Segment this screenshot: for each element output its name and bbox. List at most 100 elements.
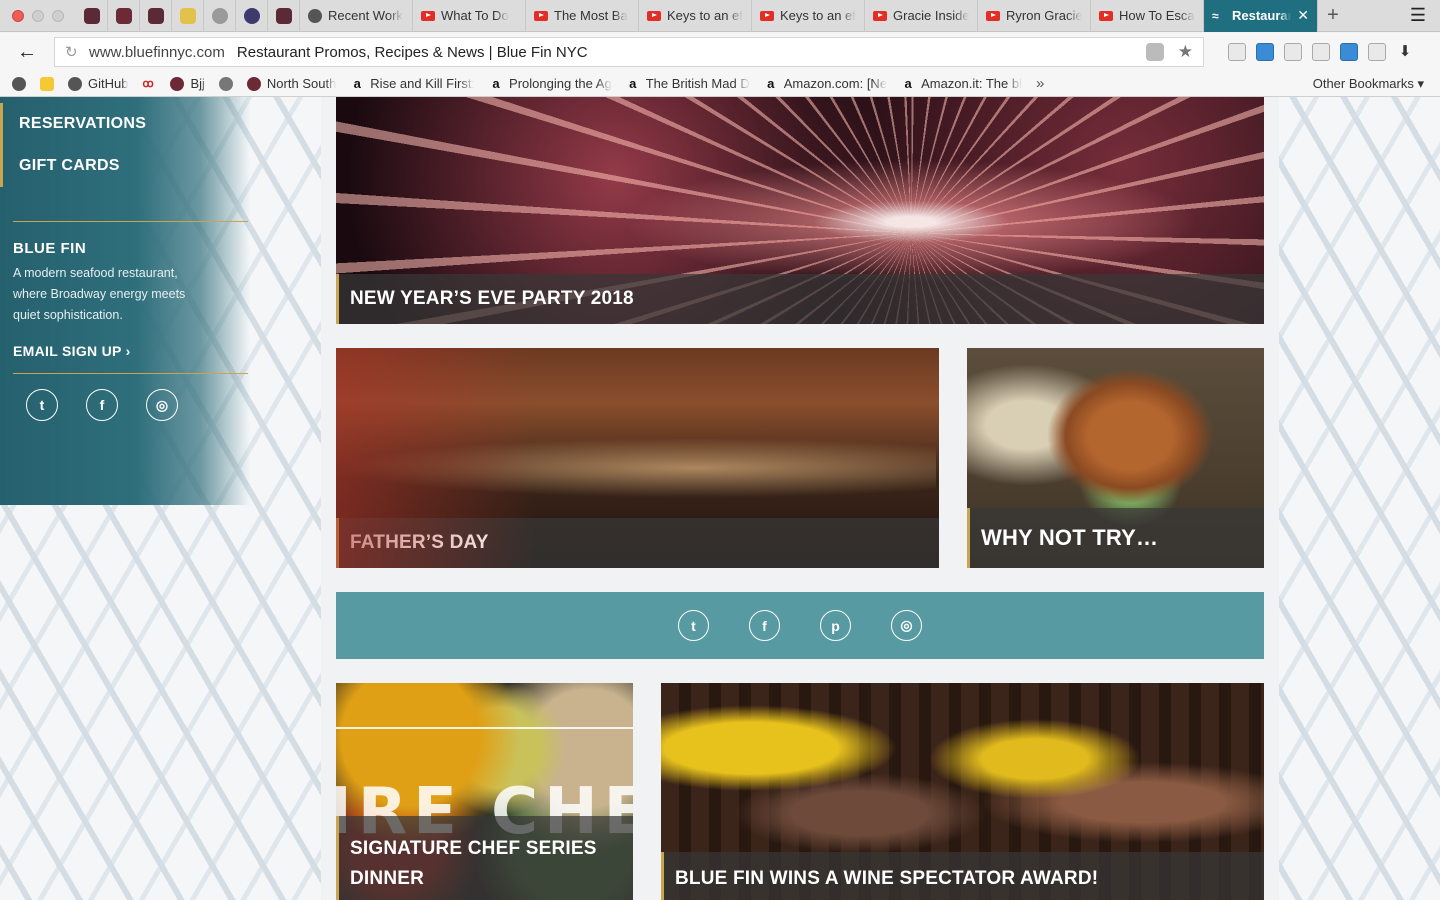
brand-description: A modern seafood restaurant, where Broad… [13,266,186,322]
tab-label: Recent Work [328,8,403,23]
tab-restaurant-active[interactable]: ≈ Restauran ✕ [1204,0,1318,32]
new-tab-button[interactable]: + [1318,4,1348,27]
pinned-tab[interactable] [172,0,204,32]
bookmark-robot[interactable] [218,76,233,91]
tab-recent-work[interactable]: Recent Work [300,0,413,32]
logo-icon: ꝏ [142,77,154,90]
pinned-tab-icon [275,7,292,24]
amazon-icon: a [767,75,775,91]
pinned-tab[interactable] [204,0,236,32]
bookmarks-bar: GitHub ꝏ Bjj North South a Rise and Kill … [0,71,1440,97]
email-signup-label: EMAIL SIGN UP [13,343,122,359]
bookmark-ghost[interactable] [12,76,26,91]
bookmark-north-south[interactable]: North South [246,76,336,91]
tab-label: What To Do [441,8,509,23]
pinned-tab[interactable] [108,0,140,32]
more-bookmarks-chevron-icon[interactable]: » [1036,75,1044,92]
tab-gracie-inside[interactable]: Gracie Inside [865,0,978,32]
facebook-icon[interactable]: f [86,389,118,421]
tab-the-most-ba[interactable]: The Most Ba [526,0,639,32]
web-page: RESERVATIONS GIFT CARDS BLUE FIN A moder… [0,97,1440,900]
bookmark-label: Rise and Kill First: [370,76,476,91]
github-icon [308,8,322,23]
site-extension-icon[interactable] [1145,43,1164,61]
gift-cards-link[interactable]: GIFT CARDS [0,145,250,187]
signature-chef-card[interactable]: IRE CHE SIGNATURE CHEF SERIES DINNER [336,683,633,900]
pinned-tab[interactable] [76,0,108,32]
tab-label: Gracie Inside [893,8,969,23]
pinned-tab-icon [147,7,164,24]
pinned-tab-icon [115,7,132,24]
other-bookmarks[interactable]: Other Bookmarks ▾ [1313,76,1424,92]
twitter-icon[interactable]: t [26,389,58,421]
bookmark-amazon-2[interactable]: a Prolonging the Ag [489,76,611,91]
hamburger-menu-icon[interactable]: ☰ [1396,5,1440,26]
card-caption: BLUE FIN WINS A WINE SPECTATOR AWARD! [661,852,1264,900]
bookmark-amazon-3[interactable]: a The British Mad D [626,76,750,91]
brand-title: BLUE FIN [13,240,87,257]
pinterest-icon[interactable]: p [820,610,851,641]
bookmark-amazon-1[interactable]: a Rise and Kill First: [350,76,475,91]
caption-line-2: DINNER [350,868,425,889]
pinned-tab-icon [83,7,100,24]
extension-icon[interactable] [1228,43,1246,61]
extension-icon[interactable] [1368,43,1386,61]
page-title: Restaurant Promos, Recipes & News | Blue… [236,43,588,61]
bookmark-label: GitHub [88,76,129,91]
close-tab-icon[interactable]: ✕ [1297,7,1309,24]
screenshot-icon[interactable] [1284,43,1302,61]
tab-keys-2[interactable]: Keys to an ef [752,0,865,32]
sidebar: RESERVATIONS GIFT CARDS BLUE FIN A moder… [0,97,250,505]
download-icon[interactable]: ⬇ [1396,43,1414,61]
card-caption: NEW YEAR’S EVE PARTY 2018 [336,274,1264,324]
bookmark-bjj[interactable]: Bjj [170,76,205,91]
minimize-window-button[interactable] [32,9,44,22]
folder-icon [170,76,185,91]
pinned-tab[interactable] [140,0,172,32]
tab-ryron-gracie[interactable]: Ryron Gracie [978,0,1091,32]
bookmark-label: The British Mad D [645,76,750,91]
ghost-icon [12,76,26,91]
youtube-icon [1099,10,1113,21]
bookmark-amazon-4[interactable]: a Amazon.com: [Ne [764,76,887,91]
card-caption: WHY NOT TRY… [967,508,1264,568]
bluefin-icon: ≈ [1212,8,1219,23]
caption-line-1: SIGNATURE CHEF SERIES [350,838,597,859]
tab-how-to-esca[interactable]: How To Esca [1091,0,1204,32]
reservations-link[interactable]: RESERVATIONS [0,103,250,145]
nye-party-card[interactable]: NEW YEAR’S EVE PARTY 2018 [336,97,1264,324]
pinned-tab[interactable] [268,0,300,32]
bookmark-amazon-5[interactable]: a Amazon.it: The bl [901,76,1022,91]
pinned-tab[interactable] [236,0,268,32]
pinned-tabs [76,0,300,32]
decorative-line [336,727,633,729]
twitter-icon[interactable]: t [678,610,709,641]
bookmark-logo[interactable]: ꝏ [142,77,156,91]
tab-keys-1[interactable]: Keys to an ef [639,0,752,32]
bookmark-emoji[interactable] [40,76,54,91]
fathers-day-card[interactable]: FATHER’S DAY [336,348,939,568]
extension-icon[interactable] [1256,43,1274,61]
back-arrow-icon[interactable]: ← [0,41,54,64]
email-signup-link[interactable]: EMAIL SIGN UP › [13,343,131,359]
zoom-window-button[interactable] [52,9,64,22]
tab-label: Ryron Gracie [1006,8,1082,23]
bookmark-github[interactable]: GitHub [68,76,128,91]
tab-bar: Recent Work What To Do The Most Ba Keys … [0,0,1440,32]
extension-icon[interactable] [1312,43,1330,61]
extension-badge-icon[interactable] [1340,43,1358,61]
reload-icon[interactable]: ↻ [65,43,89,61]
amazon-icon: a [629,75,637,91]
wine-spectator-card[interactable]: BLUE FIN WINS A WINE SPECTATOR AWARD! [661,683,1264,900]
pinned-tab-icon [243,7,260,24]
instagram-icon[interactable]: ◎ [891,610,922,641]
tab-what-to-do[interactable]: What To Do [413,0,526,32]
instagram-icon[interactable]: ◎ [146,389,178,421]
close-window-button[interactable] [12,9,24,22]
bookmark-star-icon[interactable]: ★ [1178,42,1193,62]
url-host: www.bluefinnyc.com [89,43,225,61]
facebook-icon[interactable]: f [749,610,780,641]
youtube-icon [760,10,774,21]
why-not-try-card[interactable]: WHY NOT TRY… [967,348,1264,568]
address-bar[interactable]: ↻ www.bluefinnyc.com Restaurant Promos, … [54,37,1204,67]
